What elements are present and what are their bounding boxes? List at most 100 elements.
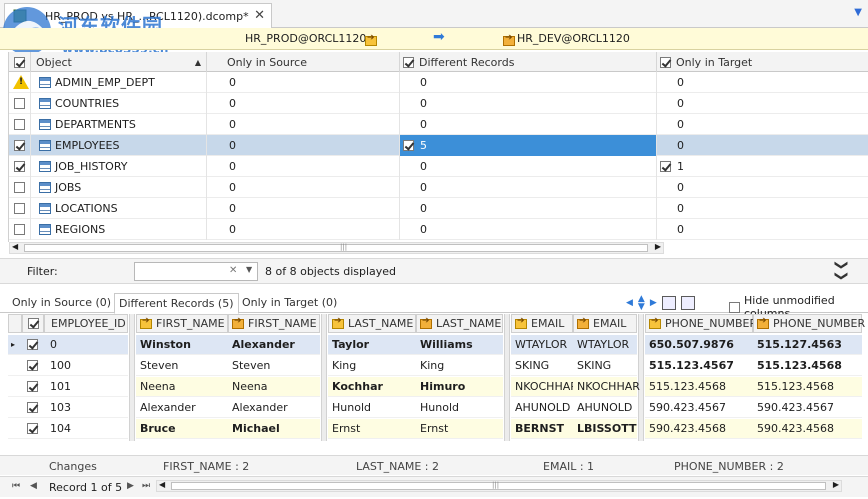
different-records-count[interactable]: 0	[400, 156, 657, 177]
scroll-right-icon[interactable]: ▶	[655, 242, 661, 251]
column-header-different-records[interactable]: Different Records	[400, 52, 657, 72]
record-cell-first-t[interactable]: Alexander	[228, 398, 320, 418]
document-tab[interactable]: HR_PROD vs HR_...RCL1120).dcomp* ✕	[4, 3, 272, 28]
record-cell-last-s[interactable]: Ernst	[328, 419, 416, 439]
objects-horizontal-scrollbar[interactable]: ◀ ||| ▶	[9, 242, 664, 254]
different-records-count[interactable]: 0	[400, 72, 657, 93]
only-in-target-count[interactable]: 0	[657, 135, 868, 156]
object-row[interactable]: LOCATIONS 0 0 0	[9, 198, 868, 219]
previous-difference-icon[interactable]: ◀	[626, 298, 633, 308]
first-record-icon[interactable]: ⏮	[12, 481, 20, 491]
scroll-right-icon[interactable]: ▶	[833, 480, 839, 489]
only-in-source-count[interactable]: 0	[207, 93, 400, 114]
filter-input[interactable]	[134, 262, 258, 281]
tab-list-arrow-icon[interactable]: ▼	[854, 7, 862, 18]
record-checkbox[interactable]	[22, 356, 44, 376]
next-difference-icon[interactable]: ▶	[650, 298, 657, 308]
records-horizontal-scrollbar[interactable]: ◀ ||| ▶	[156, 480, 842, 492]
record-cell-phone-s[interactable]: 650.507.9876	[645, 335, 753, 355]
record-cell-last-t[interactable]: Ernst	[416, 419, 503, 439]
record-cell-email-t[interactable]: NKOCHHAR	[573, 377, 640, 397]
only-in-source-count[interactable]: 0	[207, 114, 400, 135]
record-cell-phone-t[interactable]: 590.423.4567	[753, 398, 862, 418]
record-cell-first-s[interactable]: Bruce	[136, 419, 228, 439]
record-cell-first-s[interactable]: Alexander	[136, 398, 228, 418]
last-record-icon[interactable]: ⏭	[142, 481, 150, 491]
different-records-column-checkbox[interactable]	[403, 56, 414, 68]
column-header-first-name-source[interactable]: FIRST_NAME	[136, 314, 228, 333]
column-header-email-source[interactable]: EMAIL	[511, 314, 573, 333]
hide-unmodified-checkbox[interactable]	[729, 301, 740, 313]
object-row-checkbox[interactable]	[9, 93, 31, 114]
only-in-source-count[interactable]: 0	[207, 72, 400, 93]
close-icon[interactable]: ✕	[254, 8, 265, 23]
record-cell-phone-s[interactable]: 590.423.4568	[645, 419, 753, 439]
record-cell-email-s[interactable]: WTAYLOR	[511, 335, 573, 355]
swap-arrow-icon[interactable]: ➡	[433, 29, 445, 45]
record-cell-first-s[interactable]: Winston	[136, 335, 228, 355]
record-cell-phone-t[interactable]: 515.127.4563	[753, 335, 862, 355]
column-header-object[interactable]: Object ▲	[31, 52, 207, 72]
filter-dropdown-icon[interactable]: ▼	[246, 265, 252, 274]
up-down-navigate-icon[interactable]: ▲ ▼	[638, 295, 645, 312]
object-row-checkbox[interactable]	[9, 177, 31, 198]
column-header-phone-number-target[interactable]: PHONE_NUMBER	[753, 314, 865, 333]
record-cell-email-s[interactable]: SKING	[511, 356, 573, 376]
object-row[interactable]: JOB_HISTORY 0 0 1	[9, 156, 868, 177]
tab-different-records[interactable]: Different Records (5)	[114, 293, 239, 314]
select-all-checkbox[interactable]	[9, 52, 31, 72]
record-cell-first-s[interactable]: Steven	[136, 356, 228, 376]
record-cell-email-s[interactable]: BERNST	[511, 419, 573, 439]
record-cell-last-t[interactable]: Hunold	[416, 398, 503, 418]
employee-id-cell[interactable]: 101	[44, 377, 128, 397]
record-cell-last-s[interactable]: Taylor	[328, 335, 416, 355]
record-cell-first-t[interactable]: Neena	[228, 377, 320, 397]
only-in-target-count[interactable]: 0	[657, 177, 868, 198]
record-cell-last-s[interactable]: Hunold	[328, 398, 416, 418]
only-in-target-count[interactable]: 0	[657, 114, 868, 135]
filter-clear-icon[interactable]: ✕	[229, 265, 237, 276]
different-records-count[interactable]: 0	[400, 114, 657, 135]
record-cell-last-t[interactable]: King	[416, 356, 503, 376]
record-checkbox[interactable]	[22, 377, 44, 397]
only-in-source-count[interactable]: 0	[207, 135, 400, 156]
only-in-source-count[interactable]: 0	[207, 219, 400, 240]
copy-icon[interactable]	[680, 296, 695, 310]
employee-id-cell[interactable]: 0	[44, 335, 128, 355]
records-select-all-checkbox[interactable]	[22, 314, 44, 333]
record-cell-first-s[interactable]: Neena	[136, 377, 228, 397]
record-cell-email-t[interactable]: AHUNOLD	[573, 398, 637, 418]
collapse-panel-icon[interactable]: ❯❯	[834, 260, 849, 282]
employee-id-cell[interactable]: 100	[44, 356, 128, 376]
record-checkbox[interactable]	[22, 419, 44, 439]
record-cell-last-s[interactable]: Kochhar	[328, 377, 416, 397]
different-records-count[interactable]: 0	[400, 219, 657, 240]
record-cell-email-t[interactable]: WTAYLOR	[573, 335, 637, 355]
record-cell-last-t[interactable]: Williams	[416, 335, 503, 355]
export-icon[interactable]	[661, 296, 676, 310]
employee-id-cell[interactable]: 104	[44, 419, 128, 439]
different-records-count[interactable]: 0	[400, 93, 657, 114]
employee-id-cell[interactable]: 103	[44, 398, 128, 418]
only-in-target-checkbox[interactable]	[660, 161, 671, 172]
previous-record-icon[interactable]: ◀	[30, 481, 37, 491]
record-cell-phone-s[interactable]: 590.423.4567	[645, 398, 753, 418]
only-in-target-count[interactable]: 1	[657, 156, 868, 177]
different-records-count[interactable]: 0	[400, 198, 657, 219]
record-cell-email-s[interactable]: NKOCHHAR	[511, 377, 578, 397]
record-cell-first-t[interactable]: Alexander	[228, 335, 320, 355]
record-cell-email-t[interactable]: SKING	[573, 356, 637, 376]
different-records-count[interactable]: 5	[400, 135, 657, 156]
column-header-email-target[interactable]: EMAIL	[573, 314, 637, 333]
record-cell-phone-t[interactable]: 515.123.4568	[753, 377, 862, 397]
only-in-source-count[interactable]: 0	[207, 198, 400, 219]
column-header-last-name-target[interactable]: LAST_NAME	[416, 314, 503, 333]
record-cell-phone-s[interactable]: 515.123.4568	[645, 377, 753, 397]
record-checkbox[interactable]	[22, 335, 44, 355]
only-in-target-count[interactable]: 0	[657, 198, 868, 219]
object-row-checkbox[interactable]	[9, 135, 31, 156]
different-records-count[interactable]: 0	[400, 177, 657, 198]
only-in-target-count[interactable]: 0	[657, 72, 868, 93]
only-in-target-column-checkbox[interactable]	[660, 56, 671, 68]
object-row-checkbox[interactable]: !	[9, 72, 31, 93]
